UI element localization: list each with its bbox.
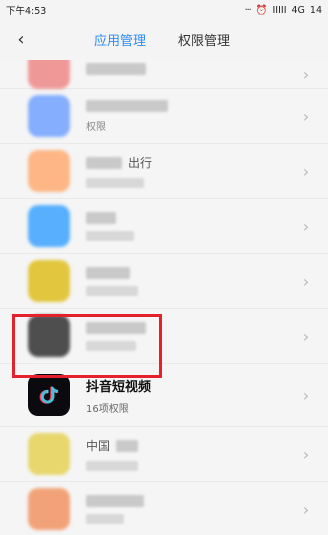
- app-text: [86, 494, 298, 524]
- list-item[interactable]: ›: [0, 482, 328, 535]
- title-fragment: 出行: [128, 156, 153, 170]
- chevron-right-icon: ›: [302, 444, 310, 464]
- list-item[interactable]: ›: [0, 254, 328, 309]
- chevron-right-icon: ›: [302, 216, 310, 236]
- app-icon: [28, 95, 70, 137]
- blurred-title: [116, 439, 139, 452]
- blurred-title: [86, 494, 144, 507]
- title-fragment: 中国: [86, 439, 111, 453]
- chevron-right-icon: ›: [302, 385, 310, 405]
- blurred-title: [86, 266, 130, 279]
- blurred-subtitle: [86, 178, 144, 188]
- chevron-right-icon: ›: [302, 271, 310, 291]
- blurred-subtitle: [86, 461, 138, 471]
- app-text: [86, 321, 298, 351]
- app-text: [86, 266, 298, 296]
- app-management-screen: 下午4:53 ··· ⏰ IIIII 4G 14 ‹ 应用管理 权限管理 › 权…: [0, 0, 328, 535]
- app-icon: [28, 205, 70, 247]
- blurred-title: [86, 156, 122, 169]
- battery-level: 14: [309, 4, 322, 16]
- music-note-logo: [38, 384, 60, 406]
- blurred-subtitle: [86, 513, 124, 524]
- status-dots: ···: [244, 4, 252, 16]
- top-tabs: 应用管理 权限管理: [94, 30, 230, 49]
- app-list: › 权限 › 出行 › › › › 抖音短视频 16项权限 › 中国 › ›: [0, 60, 328, 535]
- status-time: 下午4:53: [6, 6, 47, 17]
- app-icon: [28, 315, 70, 357]
- tiktok-icon: [28, 374, 70, 416]
- tab-permission-management[interactable]: 权限管理: [178, 30, 230, 49]
- blurred-title: [86, 211, 116, 224]
- app-icon: [28, 433, 70, 475]
- list-item[interactable]: ›: [0, 60, 328, 89]
- status-bar: 下午4:53 ··· ⏰ IIIII 4G 14: [0, 0, 328, 20]
- chevron-right-icon: ›: [302, 326, 310, 346]
- chevron-right-icon: ›: [302, 64, 310, 84]
- list-item[interactable]: ›: [0, 309, 328, 364]
- app-text: [86, 211, 298, 241]
- app-permissions: 16项权限: [86, 403, 129, 415]
- chevron-right-icon: ›: [302, 499, 310, 519]
- list-item[interactable]: 中国 ›: [0, 427, 328, 482]
- blurred-subtitle: [86, 340, 136, 351]
- blurred-subtitle: [86, 230, 134, 241]
- tab-app-management[interactable]: 应用管理: [94, 30, 146, 49]
- app-icon: [28, 260, 70, 302]
- back-icon[interactable]: ‹: [10, 28, 32, 50]
- app-icon: [28, 60, 70, 89]
- app-icon: [28, 488, 70, 530]
- list-item[interactable]: 出行 ›: [0, 144, 328, 199]
- app-text: [86, 63, 298, 75]
- list-item[interactable]: ›: [0, 199, 328, 254]
- signal-strength: IIIII: [272, 4, 287, 16]
- app-text: 中国: [86, 437, 298, 471]
- blurred-title: [86, 321, 146, 334]
- app-text: 出行: [86, 154, 298, 188]
- chevron-right-icon: ›: [302, 161, 310, 181]
- alarm-clock-icon: ⏰: [255, 4, 268, 16]
- network-type: 4G: [291, 4, 305, 16]
- status-right: ··· ⏰ IIIII 4G 14: [245, 5, 322, 16]
- app-text: 权限: [86, 99, 298, 133]
- list-item[interactable]: 权限 ›: [0, 89, 328, 144]
- blurred-title: [86, 63, 146, 75]
- blurred-title: [86, 99, 168, 112]
- permission-fragment: 权限: [86, 121, 106, 133]
- focused-app-row[interactable]: 抖音短视频 16项权限 ›: [0, 364, 328, 427]
- blurred-subtitle: [86, 285, 138, 296]
- app-icon: [28, 150, 70, 192]
- chevron-right-icon: ›: [302, 106, 310, 126]
- top-navigation: ‹ 应用管理 权限管理: [0, 20, 328, 60]
- app-name: 抖音短视频: [86, 379, 152, 395]
- focused-app-text: 抖音短视频 16项权限: [86, 376, 298, 415]
